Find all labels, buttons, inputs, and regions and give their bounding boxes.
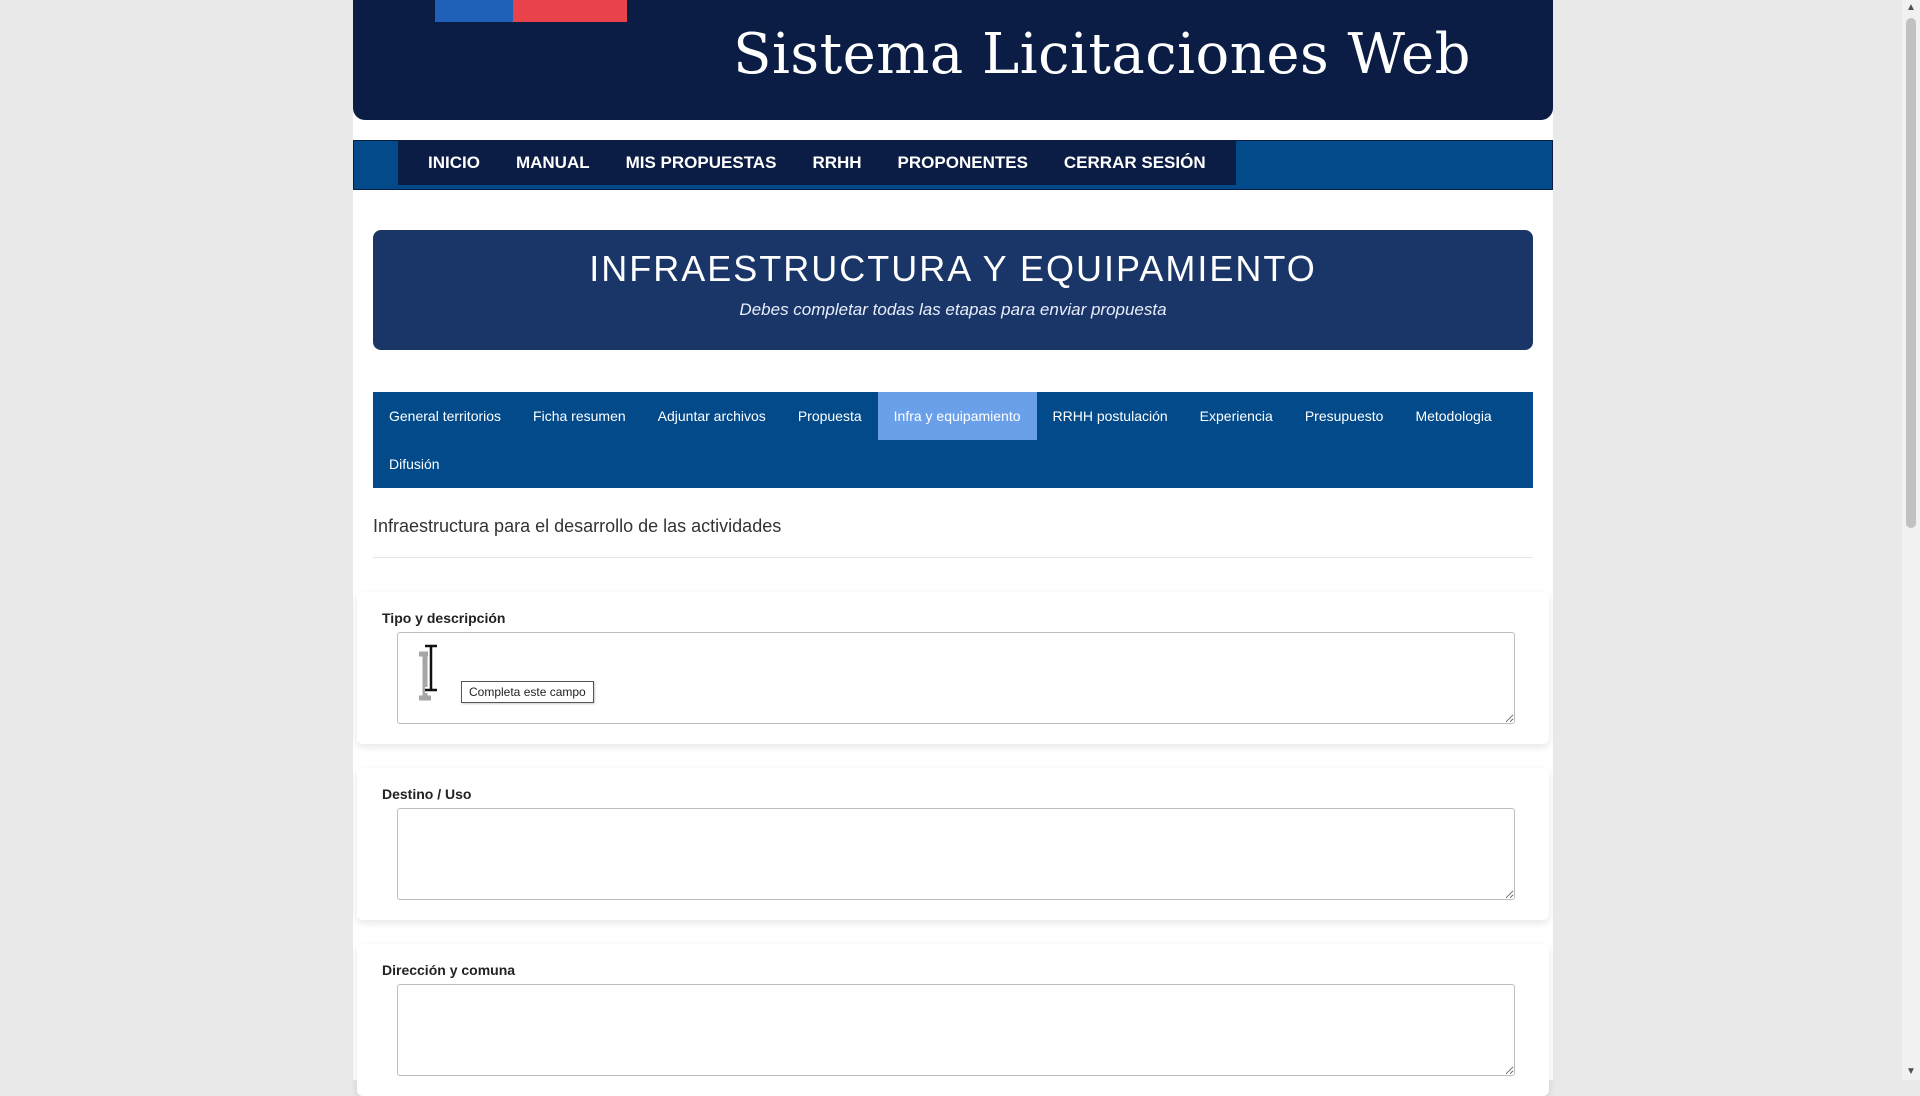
page-title: INFRAESTRUCTURA Y EQUIPAMIENTO	[589, 248, 1317, 289]
site-header: Sistema Licitaciones Web	[353, 0, 1553, 120]
nav-item-cerrar-sesion[interactable]: CERRAR SESIÓN	[1046, 141, 1224, 185]
field-card-tipo-descripcion: Tipo y descripción	[357, 592, 1549, 744]
tab-propuesta[interactable]: Propuesta	[782, 392, 878, 440]
page-subtitle: Debes completar todas las etapas para en…	[739, 300, 1167, 319]
tipo-descripcion-textarea[interactable]	[397, 632, 1515, 724]
tab-presupuesto[interactable]: Presupuesto	[1289, 392, 1400, 440]
section-title: Infraestructura para el desarrollo de la…	[373, 516, 782, 536]
nav-item-mis-propuestas[interactable]: MIS PROPUESTAS	[608, 141, 795, 185]
page-scrollbar[interactable]: ▲ ▼	[1902, 0, 1920, 1080]
field-card-destino-uso: Destino / Uso	[357, 768, 1549, 920]
destino-uso-textarea[interactable]	[397, 808, 1515, 900]
tab-infra-equipamiento[interactable]: Infra y equipamiento	[877, 392, 1037, 440]
flag-red-block	[513, 0, 627, 22]
nav-item-inicio[interactable]: INICIO	[410, 141, 498, 185]
nav-item-rrhh[interactable]: RRHH	[794, 141, 879, 185]
field-label-destino-uso: Destino / Uso	[382, 786, 472, 802]
field-label-tipo-descripcion: Tipo y descripción	[382, 610, 506, 626]
tab-difusion[interactable]: Difusión	[373, 440, 456, 488]
main-navbar: INICIO MANUAL MIS PROPUESTAS RRHH PROPON…	[353, 140, 1553, 190]
direccion-comuna-textarea[interactable]	[397, 984, 1515, 1076]
section-divider	[373, 557, 1533, 558]
flag-blue-block	[435, 0, 513, 22]
tab-general-territorios[interactable]: General territorios	[373, 392, 517, 440]
page-banner: INFRAESTRUCTURA Y EQUIPAMIENTO Debes com…	[373, 230, 1533, 350]
page-container: Sistema Licitaciones Web INICIO MANUAL M…	[353, 0, 1553, 1096]
nav-item-proponentes[interactable]: PROPONENTES	[880, 141, 1046, 185]
nav-menu: INICIO MANUAL MIS PROPUESTAS RRHH PROPON…	[398, 141, 1236, 185]
site-title: Sistema Licitaciones Web	[733, 22, 1471, 87]
nav-item-manual[interactable]: MANUAL	[498, 141, 608, 185]
tab-adjuntar-archivos[interactable]: Adjuntar archivos	[642, 392, 782, 440]
field-label-direccion-comuna: Dirección y comuna	[382, 962, 516, 978]
text-cursor-icon	[417, 643, 447, 707]
field-card-direccion-comuna: Dirección y comuna	[357, 944, 1549, 1096]
scroll-up-arrow-icon[interactable]: ▲	[1902, 0, 1920, 16]
tab-ficha-resumen[interactable]: Ficha resumen	[517, 392, 642, 440]
tab-experiencia[interactable]: Experiencia	[1184, 392, 1289, 440]
scrollbar-thumb[interactable]	[1906, 18, 1916, 528]
flag-stripe	[435, 0, 627, 22]
validation-tooltip: Completa este campo	[461, 681, 594, 703]
tab-rrhh-postulacion[interactable]: RRHH postulación	[1037, 392, 1184, 440]
scroll-down-arrow-icon[interactable]: ▼	[1902, 1064, 1920, 1080]
stage-tabs: General territorios Ficha resumen Adjunt…	[373, 392, 1533, 488]
tab-metodologia[interactable]: Metodologia	[1399, 392, 1507, 440]
